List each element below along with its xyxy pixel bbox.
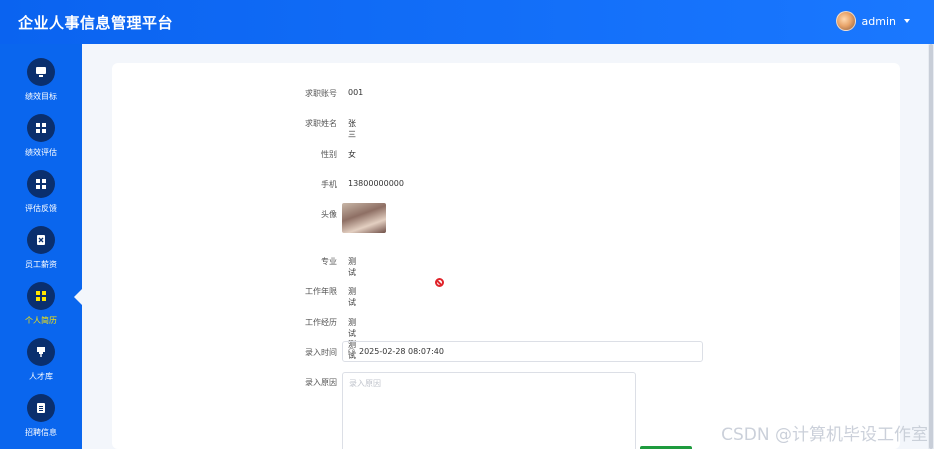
sidebar-item-label: 个人简历 [25, 316, 57, 325]
field-label: 性别 [321, 150, 337, 159]
clock-icon [348, 348, 355, 355]
grid-icon [27, 282, 55, 310]
field-label: 头像 [321, 210, 337, 219]
scrollbar-thumb[interactable] [929, 44, 933, 449]
entry-reason-placeholder: 录入原因 [349, 379, 381, 388]
sidebar-item-resume[interactable]: 个人简历 [0, 282, 83, 338]
resume-detail-card: 求职账号 001 求职姓名 张三 性别 女 手机 13800000000 头像 … [112, 63, 900, 449]
sidebar: 绩效目标 绩效评估 评估反馈 员工薪资 个人简历 人才库 招聘信息 [0, 44, 83, 449]
entry-time-value: 2025-02-28 08:07:40 [359, 347, 444, 356]
clipboard-icon [27, 394, 55, 422]
username[interactable]: admin [862, 15, 896, 28]
sidebar-item-goals[interactable]: 绩效目标 [0, 58, 82, 114]
avatar-photo[interactable] [342, 203, 386, 233]
vertical-scrollbar[interactable] [928, 44, 934, 449]
sidebar-item-label: 人才库 [29, 372, 53, 381]
active-indicator [74, 288, 83, 306]
sidebar-item-label: 绩效目标 [25, 92, 57, 101]
field-value: 测试 [348, 257, 356, 277]
not-allowed-icon [435, 278, 444, 287]
entry-reason-textarea[interactable]: 录入原因 [342, 372, 636, 449]
top-header: 企业人事信息管理平台 admin [0, 0, 934, 44]
field-label: 录入原因 [305, 378, 337, 387]
user-avatar[interactable] [835, 11, 856, 31]
monitor-icon [27, 58, 55, 86]
field-label: 专业 [321, 257, 337, 266]
sidebar-item-feedback[interactable]: 评估反馈 [0, 170, 82, 226]
sidebar-item-recruitment[interactable]: 招聘信息 [0, 394, 82, 449]
field-value: 张三 [348, 119, 356, 139]
watermark: CSDN @计算机毕设工作室 [721, 425, 928, 445]
sidebar-item-label: 员工薪资 [25, 260, 57, 269]
app-title: 企业人事信息管理平台 [18, 14, 174, 32]
field-label: 手机 [321, 180, 337, 189]
field-label: 求职账号 [305, 89, 337, 98]
sidebar-item-label: 招聘信息 [25, 428, 57, 437]
field-label: 求职姓名 [305, 119, 337, 128]
sidebar-item-label: 绩效评估 [25, 148, 57, 157]
chevron-down-icon[interactable] [904, 19, 910, 23]
field-label: 录入时间 [305, 348, 337, 357]
sidebar-item-talent-pool[interactable]: 人才库 [0, 338, 82, 394]
field-value: 001 [348, 88, 364, 97]
sidebar-item-salary[interactable]: 员工薪资 [0, 226, 82, 282]
field-value: 女 [348, 150, 356, 159]
entry-time-input[interactable]: 2025-02-28 08:07:40 [342, 341, 703, 362]
clipboard-x-icon [27, 226, 55, 254]
pin-icon [27, 338, 55, 366]
field-label: 工作年限 [305, 287, 337, 296]
grid-icon [27, 114, 55, 142]
user-menu[interactable]: admin [835, 11, 910, 31]
grid-icon [27, 170, 55, 198]
sidebar-item-label: 评估反馈 [25, 204, 57, 213]
field-label: 工作经历 [305, 318, 337, 327]
field-value: 测试 [348, 287, 356, 307]
field-value: 13800000000 [348, 179, 404, 188]
sidebar-item-evaluation[interactable]: 绩效评估 [0, 114, 82, 170]
